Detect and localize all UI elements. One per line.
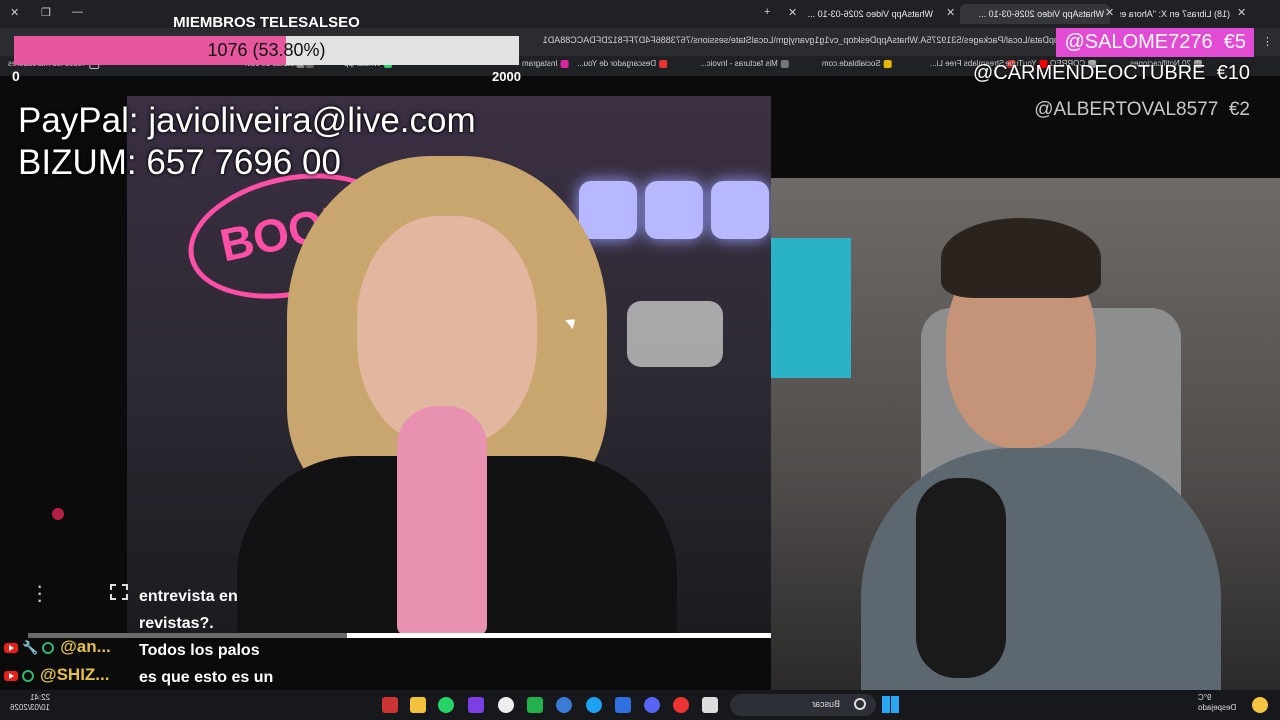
new-tab-icon[interactable]: +	[764, 6, 770, 18]
browser-tab[interactable]: (18) Libras7 en X: "Ahora es m...	[1120, 4, 1230, 24]
hexagon-light	[579, 181, 637, 239]
caption-line: Todos los palos	[139, 642, 260, 659]
taskbar-clock[interactable]: 22:41 10/03/2026	[10, 693, 50, 713]
discord-icon[interactable]	[644, 697, 660, 713]
chat-username: @SHIZ...	[40, 665, 110, 684]
browser-tab-active[interactable]: WhatsApp Video 2026-03-10 ...	[960, 4, 1110, 24]
tab-close-icon[interactable]: ✕	[1105, 6, 1114, 19]
taskbar-search[interactable]: Buscar	[730, 694, 876, 716]
donation-alert: @CARMENDEOCTUBRE €10	[973, 62, 1250, 85]
youtube-play-button-plaque	[627, 301, 723, 367]
weather-condition: Despejado	[1197, 703, 1236, 712]
caption-line: es que esto es un	[139, 669, 274, 686]
member-badge-icon	[42, 641, 55, 654]
taskbar-app-icon[interactable]	[556, 697, 572, 713]
chat-username: @an...	[60, 637, 111, 656]
tab-close-icon[interactable]: ✕	[946, 6, 955, 19]
whatsapp-icon[interactable]	[438, 697, 454, 713]
membership-goal-bar: 1076 (53.80%)	[14, 36, 519, 65]
bookmark-item[interactable]: Socialblade.com	[822, 59, 892, 68]
black-microphone	[916, 478, 1006, 678]
instagram-icon	[560, 59, 569, 68]
browser-tab[interactable]: WhatsApp Video 2026-03-10 ...	[803, 4, 933, 24]
windows-start-icon[interactable]	[882, 696, 899, 713]
video-progress-bar[interactable]	[28, 633, 771, 638]
chat-message: 🔧 @an...	[4, 637, 111, 659]
donor-name: @SALOME7276	[1064, 31, 1213, 53]
donation-alert: @ALBERTOVAL8577 €2	[1034, 99, 1250, 121]
pink-microphone	[397, 406, 487, 634]
goal-bar-text: 1076 (53.80%)	[207, 40, 326, 60]
streamer-body	[861, 448, 1221, 690]
weather-widget[interactable]: 9°C Despejado	[1198, 693, 1236, 713]
youtube-icon	[4, 670, 18, 681]
weather-sun-icon	[1252, 697, 1268, 713]
fullscreen-icon[interactable]	[110, 584, 128, 600]
search-icon	[854, 698, 866, 710]
socialblade-icon	[883, 59, 892, 68]
chat-message: @SHIZ...	[4, 665, 109, 687]
clock-time: 22:41	[30, 693, 51, 702]
bookmark-item[interactable]: Instagram	[522, 59, 569, 68]
task-view-icon[interactable]	[702, 697, 718, 713]
address-bar-url[interactable]: AppData\Local\Packages\5319275A.WhatsApp…	[520, 35, 1065, 45]
donation-alert: @SALOME7276 €5	[1056, 28, 1254, 57]
youtube-icon	[4, 642, 18, 653]
donation-amount: €2	[1228, 99, 1250, 120]
payment-info: PayPal: javioliveira@live.com BIZUM: 657…	[18, 100, 476, 184]
hexagon-light	[711, 181, 769, 239]
search-placeholder: Buscar	[811, 699, 840, 709]
x-logo-icon: ✕	[1237, 7, 1247, 19]
download-icon	[659, 59, 668, 68]
caption-line: entrevista en	[139, 588, 238, 605]
donation-amount: €5	[1223, 31, 1246, 53]
chrome-icon[interactable]	[673, 697, 689, 713]
bizum-text: BIZUM: 657 7696 00	[18, 143, 341, 182]
invoice-icon	[780, 59, 789, 68]
taskbar-app-icon[interactable]	[468, 697, 484, 713]
weather-temperature: 9°C	[1197, 693, 1212, 702]
member-badge-icon	[22, 669, 34, 682]
streamer-webcam	[771, 178, 1280, 690]
taskbar-app-icon[interactable]	[527, 697, 543, 713]
donation-amount: €10	[1216, 62, 1250, 84]
taskbar-app-icon[interactable]	[498, 697, 514, 713]
hexagon-light	[645, 181, 703, 239]
donor-name: @ALBERTOVAL8577	[1034, 99, 1219, 120]
bookmark-item[interactable]: Descargador de You...	[577, 59, 668, 68]
edge-icon[interactable]	[586, 697, 602, 713]
streamer-hair	[941, 218, 1101, 298]
goal-title: MIEMBROS TELESALSEO	[173, 14, 360, 31]
paypal-text: PayPal: javioliveira@live.com	[18, 101, 476, 140]
goal-min-label: 0	[12, 68, 20, 84]
goal-max-label: 2000	[492, 69, 521, 84]
tab-close-icon[interactable]: ✕	[788, 6, 797, 19]
windows-taskbar: 22:41 10/03/2026 Buscar 9°C Despejado	[0, 690, 1280, 720]
mail-icon[interactable]	[615, 697, 631, 713]
moderator-wrench-icon: 🔧	[22, 639, 39, 655]
clock-date: 10/03/2026	[10, 703, 51, 712]
donor-name: @CARMENDEOCTUBRE	[972, 62, 1206, 84]
record-indicator-icon	[52, 508, 64, 520]
more-options-icon[interactable]: ⋮	[1262, 35, 1273, 48]
taskbar-app-icon[interactable]	[382, 697, 398, 713]
bookmark-item[interactable]: Mis facturas - Invoic...	[700, 59, 789, 68]
file-explorer-icon[interactable]	[410, 697, 426, 713]
more-options-icon[interactable]: · · ·	[36, 575, 43, 611]
background-monitor	[771, 238, 851, 378]
